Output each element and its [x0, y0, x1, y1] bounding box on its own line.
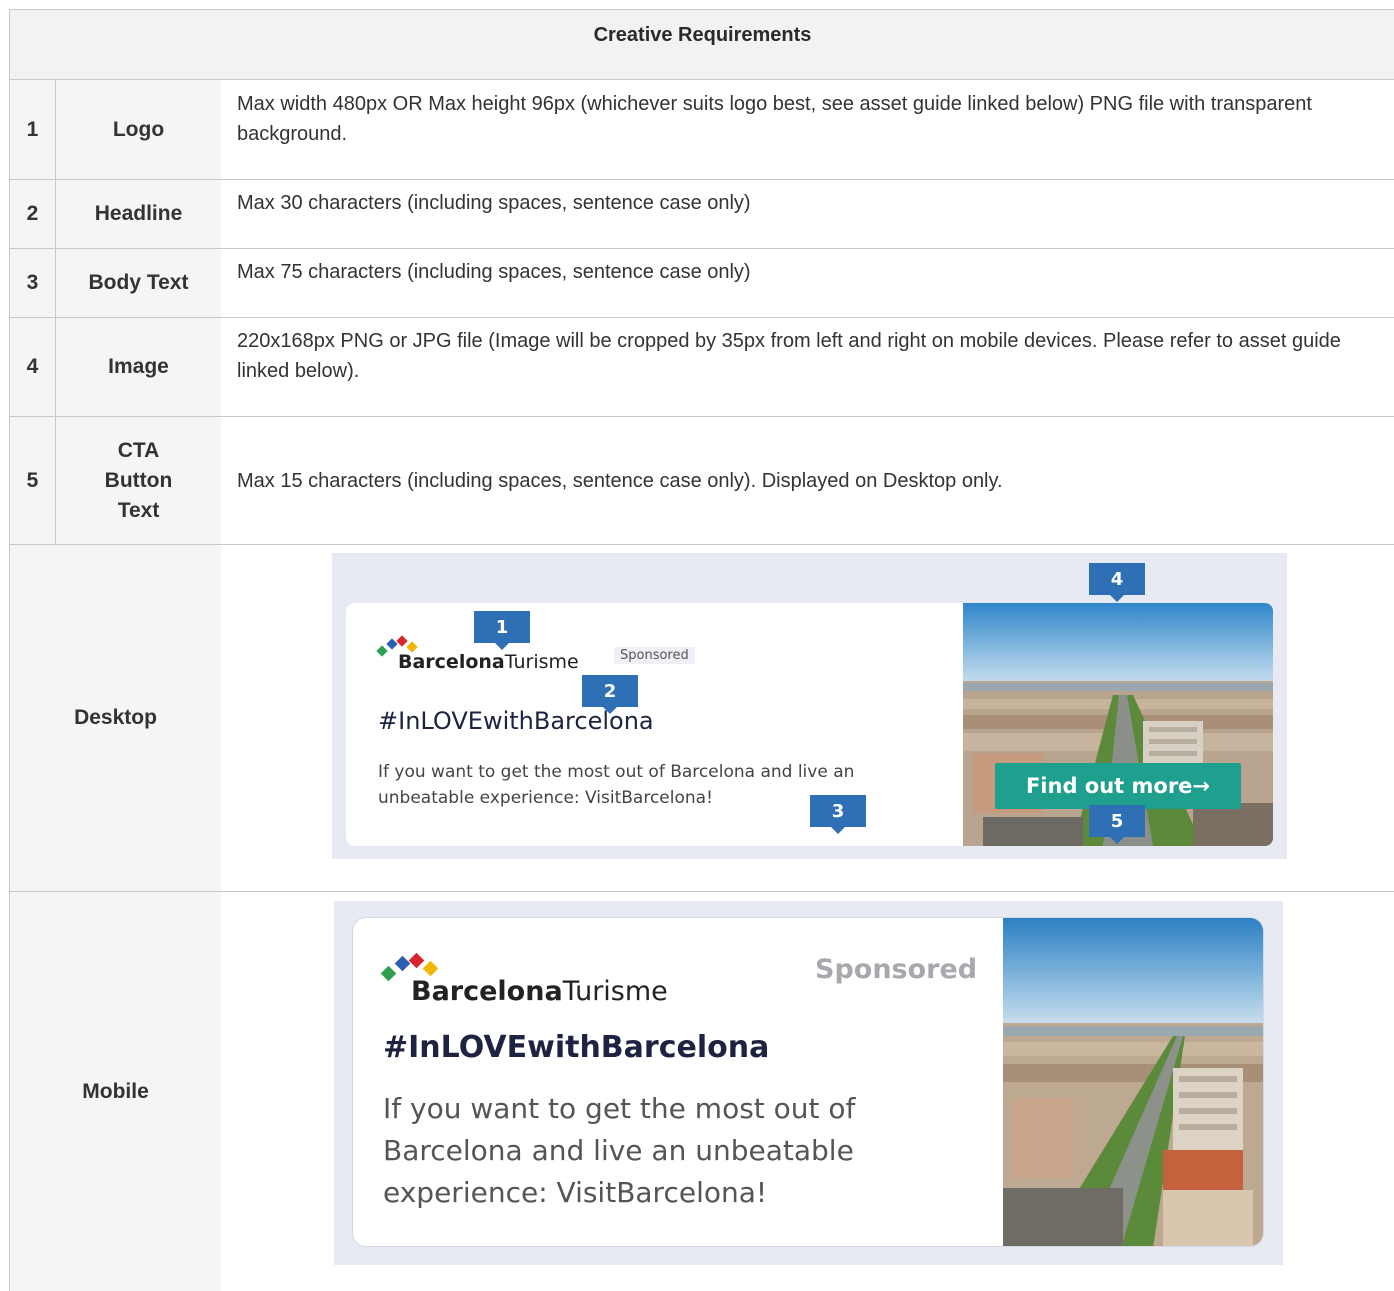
row-label: CTA Button Text — [104, 438, 173, 522]
marker-3: 3 — [810, 795, 866, 834]
row-description: Max 15 characters (including spaces, sen… — [221, 417, 1394, 544]
row-number: 1 — [26, 117, 39, 141]
row-number: 2 — [26, 202, 39, 225]
desktop-preview-cell: BarcelonaTurisme Sponsored #InLOVEwithBa… — [221, 545, 1394, 891]
mobile-ad-mockup: BarcelonaTurisme Sponsored #InLOVEwithBa… — [334, 901, 1283, 1265]
marker-4: 4 — [1089, 563, 1145, 602]
marker-5: 5 — [1089, 805, 1145, 844]
row-description: Max 75 characters (including spaces, sen… — [221, 249, 1394, 317]
table-title: Creative Requirements — [593, 24, 812, 46]
table-row: 5 CTA Button Text Max 15 characters (inc… — [10, 417, 1394, 545]
row-label: Headline — [94, 202, 183, 225]
row-description: Max 30 characters (including spaces, sen… — [221, 180, 1394, 248]
row-number: 5 — [26, 468, 39, 492]
table-row: 4 Image 220x168px PNG or JPG file (Image… — [10, 318, 1394, 417]
row-number: 4 — [26, 355, 39, 378]
marker-1: 1 — [474, 611, 530, 650]
row-label: Logo — [112, 117, 165, 141]
table-row: 1 Logo Max width 480px OR Max height 96p… — [10, 80, 1394, 180]
mobile-label: Mobile — [82, 1080, 149, 1103]
row-description: Max width 480px OR Max height 96px (whic… — [221, 80, 1394, 179]
mobile-preview-cell: BarcelonaTurisme Sponsored #InLOVEwithBa… — [221, 892, 1394, 1291]
logo-wordmark: BarcelonaTurisme — [398, 651, 579, 673]
sponsored-label: Sponsored — [815, 954, 978, 985]
table-header-row: Creative Requirements — [10, 10, 1394, 80]
city-image — [1003, 918, 1263, 1246]
desktop-preview-row: Desktop BarcelonaTurisme Sponsored #InLO… — [10, 545, 1394, 892]
logo-wordmark: BarcelonaTurisme — [411, 976, 668, 1007]
desktop-ad-mockup: BarcelonaTurisme Sponsored #InLOVEwithBa… — [332, 553, 1287, 859]
row-description-text: Max 15 characters (including spaces, sen… — [237, 469, 1003, 492]
table-row: 2 Headline Max 30 characters (including … — [10, 180, 1394, 249]
mobile-preview-row: Mobile BarcelonaTurisme Sponsored #InLOV… — [10, 892, 1394, 1291]
desktop-label: Desktop — [74, 706, 157, 729]
row-description: 220x168px PNG or JPG file (Image will be… — [221, 318, 1394, 416]
marker-2: 2 — [582, 675, 638, 714]
row-label: Image — [108, 355, 169, 378]
cta-button[interactable]: Find out more→ — [995, 763, 1241, 809]
row-number: 3 — [26, 271, 39, 294]
ad-headline: #InLOVEwithBarcelona — [383, 1030, 770, 1065]
ad-body-text: If you want to get the most out of Barce… — [383, 1092, 856, 1209]
sponsored-label: Sponsored — [614, 647, 695, 664]
table-row: 3 Body Text Max 75 characters (including… — [10, 249, 1394, 318]
row-label: Body Text — [88, 271, 189, 294]
creative-requirements-table: Creative Requirements 1 Logo Max width 4… — [9, 9, 1394, 1291]
mobile-ad-card: BarcelonaTurisme Sponsored #InLOVEwithBa… — [352, 917, 1264, 1247]
